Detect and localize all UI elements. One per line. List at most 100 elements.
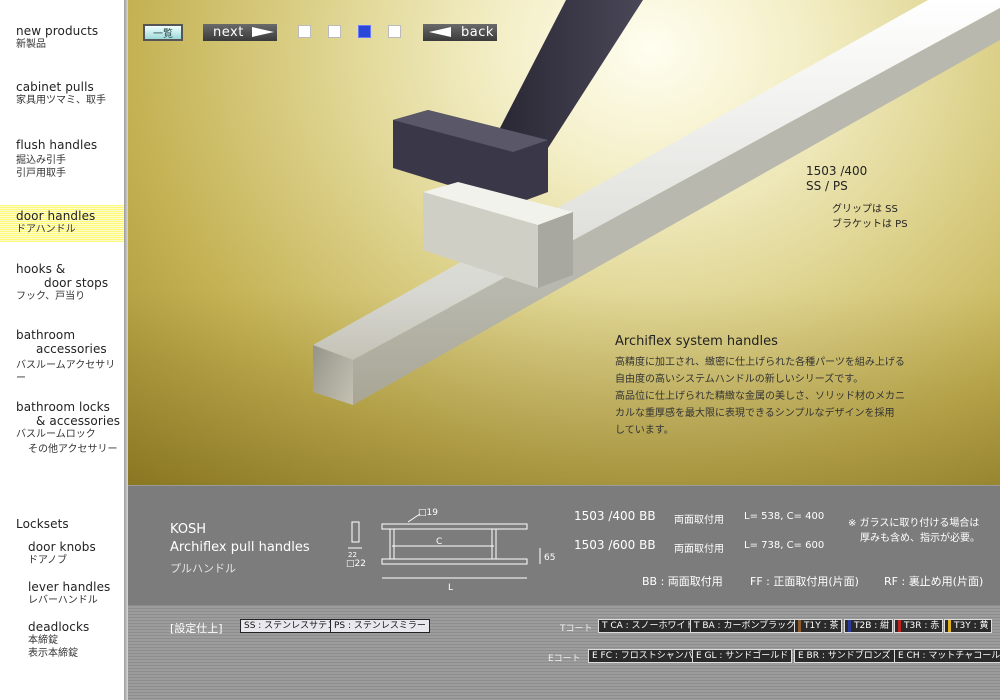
page-indicator-3[interactable] [358, 25, 371, 38]
chip-label: T2B : 紺 [854, 621, 890, 631]
list-label: 一覧 [153, 29, 173, 40]
nav-label: flush handles [16, 138, 98, 152]
dims-600: L= 738, C= 600 [744, 540, 825, 551]
nav-label-jp: 家具用ツマミ、取手 [16, 95, 106, 106]
next-label: next [213, 25, 244, 40]
nav-label: door handles [16, 209, 96, 223]
nav-new-products[interactable]: new products 新製品 [0, 24, 124, 51]
nav-label: & accessories [36, 414, 121, 428]
finish-chip-egl: E GL : サンドゴールド [692, 649, 793, 663]
finish-chip-tca: T CA : スノーホワイト [598, 619, 699, 633]
nav-label-jp: 表示本締錠 [28, 648, 78, 659]
swatch-icon [798, 620, 801, 632]
dim-c: C [436, 537, 442, 547]
page-indicator-1[interactable] [298, 25, 311, 38]
finish-chip-ss: SS : ステンレスサテン [240, 619, 341, 633]
mount-type-600: 両面取付用 [674, 544, 724, 555]
intro-body: 高精度に加工され、緻密に仕上げられた各種パーツを組み上げる 自由度の高いシステム… [615, 354, 935, 439]
nav-flush-handles[interactable]: flush handles 掘込み引手 引戸用取手 [0, 138, 124, 180]
nav-door-handles[interactable]: door handles ドアハンドル [0, 204, 124, 242]
nav-label-jp: フック、戸当り [16, 291, 86, 302]
intro-title: Archiflex system handles [615, 334, 778, 349]
nav-label: cabinet pulls [16, 80, 94, 94]
finish-chip-t3y: T3Y : 黄 [944, 619, 993, 633]
e-coat-label: Eコート [548, 654, 581, 664]
post-right [491, 528, 497, 560]
finish-title: [設定仕上] [170, 622, 223, 635]
type-colon: : [657, 575, 668, 588]
post-left [389, 528, 395, 560]
nav-label-jp: その他アクセサリー [28, 444, 118, 455]
type-ff: FF : 正面取付用(片面) [750, 573, 859, 589]
nav-bathroom-accessories[interactable]: bathroom accessories バスルームアクセサリー [0, 328, 124, 385]
type-desc: 正面取付用(片面) [773, 575, 859, 588]
dimension-diagram: □19 C L 65 22 □22 [346, 508, 555, 593]
nav-label: deadlocks [28, 620, 90, 634]
finish-chip-tba: T BA : カーボンブラック [690, 619, 800, 633]
type-bb: BB : 両面取付用 [642, 573, 723, 589]
nav-label-jp: バスルームアクセサリー [16, 360, 116, 384]
nav-door-knobs[interactable]: door knobs ドアノブ [0, 540, 124, 567]
next-button[interactable]: next [203, 24, 277, 41]
dim-s: □22 [346, 559, 366, 569]
nav-deadlocks[interactable]: deadlocks 本締錠 表示本締錠 [0, 620, 124, 660]
intro-line: 高精度に加工され、緻密に仕上げられた各種パーツを組み上げる [615, 357, 905, 368]
type-code: BB [642, 575, 658, 588]
product-name: Archiflex pull handles [170, 540, 310, 555]
type-rf: RF : 裏止め用(片面) [884, 573, 983, 589]
swatch-icon [948, 620, 951, 632]
intro-line: 高品位に仕上げられた精緻な金属の美しさ、ソリッド材のメカニ [615, 391, 905, 402]
product-name-jp: プルハンドル [170, 562, 236, 575]
nav-label-jp: 掘込み引手 [16, 155, 66, 166]
hero-model-label: 1503 /400 SS / PS [806, 164, 867, 194]
hero-material: SS / PS [806, 179, 848, 193]
nav-label: door stops [44, 276, 109, 290]
back-button[interactable]: back [423, 24, 497, 41]
intro-line: しています。 [615, 425, 674, 436]
swatch-icon [848, 620, 851, 632]
nav-label-jp: レバーハンドル [28, 595, 98, 606]
finish-panel: [設定仕上] SS : ステンレスサテン PS : ステンレスミラー Tコート … [128, 605, 1000, 700]
arrow-left-icon [429, 27, 451, 37]
nav-hooks-door-stops[interactable]: hooks & door stops フック、戸当り [0, 262, 124, 303]
dim-square: □19 [418, 508, 438, 518]
type-code: RF [884, 575, 898, 588]
finish-chip-ech: E CH : マットチャコール [894, 649, 1000, 663]
glass-note-line: ※ ガラスに取り付ける場合は [848, 518, 980, 529]
nav-cabinet-pulls[interactable]: cabinet pulls 家具用ツマミ、取手 [0, 80, 124, 107]
dim-l: L [448, 583, 453, 593]
spec-panel: KOSH Archiflex pull handles プルハンドル □19 C… [128, 485, 1000, 605]
nav-label-jp: ドアハンドル [16, 224, 76, 235]
finish-chip-efc: E FC : フロストシャンパン [588, 649, 707, 663]
model-row-600: 1503 /600 BB [574, 538, 656, 552]
dim-w: 22 [348, 551, 357, 559]
nav-lever-handles[interactable]: lever handles レバーハンドル [0, 580, 124, 607]
list-button[interactable]: 一覧 [143, 24, 183, 41]
bracket-note-line: ブラケットは PS [832, 219, 908, 230]
page-indicator-4[interactable] [388, 25, 401, 38]
brand-name: KOSH [170, 522, 207, 537]
chip-label: T3Y : 黄 [954, 621, 989, 631]
finish-chip-t3r: T3R : 赤 [894, 619, 944, 633]
hero-model: 1503 /400 [806, 164, 868, 178]
nav-locksets-heading: Locksets [0, 517, 124, 531]
finish-chip-ebr: E BR : サンドブロンズ [794, 649, 895, 663]
intro-line: カルな重厚感を最大限に表現できるシンプルなデザインを採用 [615, 408, 895, 419]
locksets-title: Locksets [16, 517, 69, 531]
glass-note-line: 厚みも含め、指示が必要。 [860, 533, 980, 544]
finish-chip-t1y: T1Y : 茶 [794, 619, 843, 633]
nav-label: door knobs [28, 540, 96, 554]
side-profile [351, 521, 360, 543]
nav-label-jp: ドアノブ [28, 555, 68, 566]
nav-label: bathroom locks [16, 400, 111, 414]
finish-chip-ps: PS : ステンレスミラー [330, 619, 430, 633]
nav-bathroom-locks[interactable]: bathroom locks & accessories バスルームロック その… [0, 400, 124, 456]
page-indicator-2[interactable] [328, 25, 341, 38]
swatch-icon [898, 620, 901, 632]
nav-label: hooks & [16, 262, 66, 276]
bar-top [381, 523, 528, 530]
back-label: back [461, 25, 494, 40]
nav-label-jp: 新製品 [16, 39, 46, 50]
type-desc: 裏止め用(片面) [908, 575, 984, 588]
finish-chip-t2b: T2B : 紺 [844, 619, 894, 633]
